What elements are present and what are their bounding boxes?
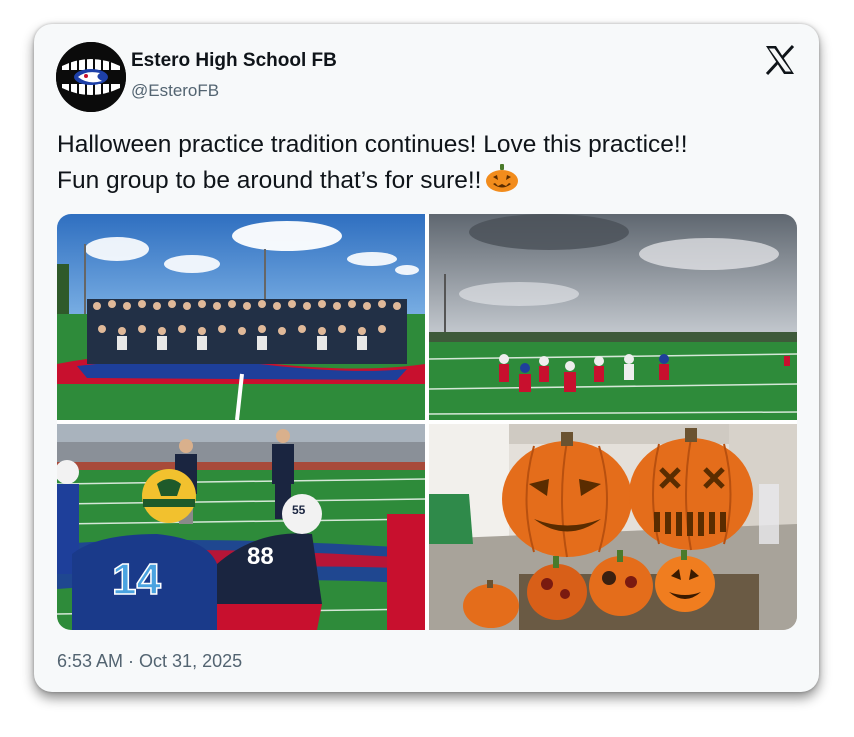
photo-practice-drill[interactable] <box>429 214 797 420</box>
jersey-number-88: 88 <box>247 543 274 570</box>
photo-carved-pumpkins[interactable] <box>429 424 797 630</box>
jack-o-lantern-emoji-icon <box>485 163 519 193</box>
photo-players-stance[interactable]: 14 55 88 <box>57 424 425 630</box>
jersey-number-14: 14 <box>112 555 161 604</box>
photo-team-group[interactable] <box>57 214 425 420</box>
timestamp-separator: · <box>123 651 140 671</box>
tweet-text: Halloween practice tradition continues! … <box>57 127 807 199</box>
author-name[interactable]: Estero High School FB <box>131 50 337 72</box>
tweet-text-line2-wrap: Fun group to be around that’s for sure!! <box>57 163 807 199</box>
tweet-text-line1: Halloween practice tradition continues! … <box>57 131 688 158</box>
tweet-text-line2: Fun group to be around that’s for sure!! <box>57 167 482 194</box>
media-grid: 14 55 88 <box>57 214 797 630</box>
profile-avatar[interactable] <box>56 42 126 112</box>
x-logo-icon[interactable] <box>762 42 798 78</box>
tweet-card: Estero High School FB @EsteroFB Hallowee… <box>34 24 819 692</box>
timestamp-time: 6:53 AM <box>57 651 124 671</box>
helmet-number-55: 55 <box>292 503 306 517</box>
author-handle[interactable]: @EsteroFB <box>131 81 219 101</box>
timestamp-date: Oct 31, 2025 <box>139 651 243 671</box>
tweet-timestamp[interactable]: 6:53 AM · Oct 31, 2025 <box>57 651 242 672</box>
estero-logo-icon <box>56 42 126 112</box>
